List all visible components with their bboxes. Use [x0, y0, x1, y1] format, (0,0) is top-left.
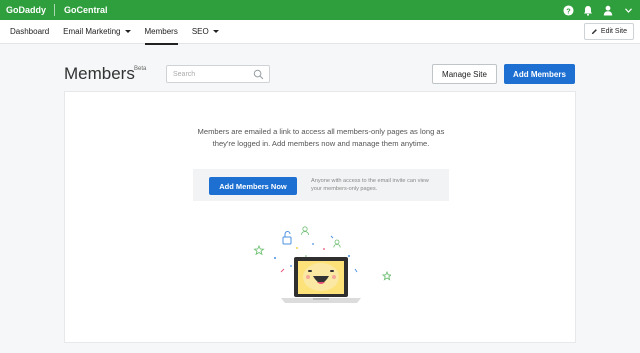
top-icons: ? — [562, 4, 634, 16]
add-members-button[interactable]: Add Members — [504, 64, 575, 84]
nav-item-seo[interactable]: SEO — [192, 20, 219, 44]
person-icon — [333, 239, 341, 248]
bell-icon[interactable] — [582, 4, 594, 16]
gocentral-logo[interactable]: GoCentral — [64, 5, 108, 15]
top-bar: GoDaddy GoCentral ? — [0, 0, 640, 20]
laptop — [281, 257, 361, 303]
cta-note-line: your members-only pages. — [311, 186, 378, 192]
description-line: Members are emailed a link to access all… — [197, 127, 445, 136]
nav-item-email-marketing[interactable]: Email Marketing — [63, 20, 131, 44]
pencil-icon — [591, 29, 597, 35]
brand[interactable]: GoDaddy GoCentral — [6, 4, 108, 16]
godaddy-logo[interactable]: GoDaddy — [6, 5, 46, 15]
page-title: Members — [64, 64, 135, 83]
chevron-down-icon[interactable] — [622, 4, 634, 16]
nav-item-members[interactable]: Members — [144, 20, 179, 45]
nav-item-label: SEO — [191, 27, 209, 36]
add-members-now-button[interactable]: Add Members Now — [209, 177, 297, 195]
user-icon[interactable] — [602, 4, 614, 16]
svg-text:?: ? — [566, 6, 571, 15]
beta-badge: Beta — [134, 66, 147, 72]
cta-note-line: Anyone with access to the email invite c… — [311, 178, 429, 184]
cta-note: Anyone with access to the email invite c… — [311, 177, 441, 193]
description-line: they're logged in. Add members now and m… — [212, 139, 430, 148]
star-icon — [381, 270, 391, 281]
caret-down-icon — [212, 30, 219, 33]
members-description: Members are emailed a link to access all… — [65, 126, 577, 150]
nav-item-label: Dashboard — [10, 27, 50, 36]
search-input[interactable]: Search — [166, 65, 270, 83]
cta-box: Add Members Now Anyone with access to th… — [193, 169, 449, 201]
caret-down-icon — [124, 30, 131, 33]
search-icon — [253, 69, 264, 80]
nav-item-dashboard[interactable]: Dashboard — [10, 20, 49, 44]
star-icon — [253, 244, 265, 256]
brand-divider — [54, 4, 56, 16]
nav-item-label: Email Marketing — [63, 27, 121, 36]
laptop-illustration — [253, 226, 391, 303]
edit-site-button[interactable]: Edit Site — [583, 23, 634, 40]
members-card: Members are emailed a link to access all… — [64, 91, 576, 343]
nav-item-label: Members — [144, 27, 178, 36]
unlock-icon — [282, 230, 292, 245]
search-placeholder: Search — [173, 70, 196, 78]
nav-bar: Dashboard Email Marketing Members SEO Ed… — [0, 20, 640, 45]
manage-site-button[interactable]: Manage Site — [432, 64, 497, 84]
edit-site-label: Edit Site — [600, 28, 627, 35]
help-icon[interactable]: ? — [562, 4, 574, 16]
person-icon — [301, 226, 309, 236]
